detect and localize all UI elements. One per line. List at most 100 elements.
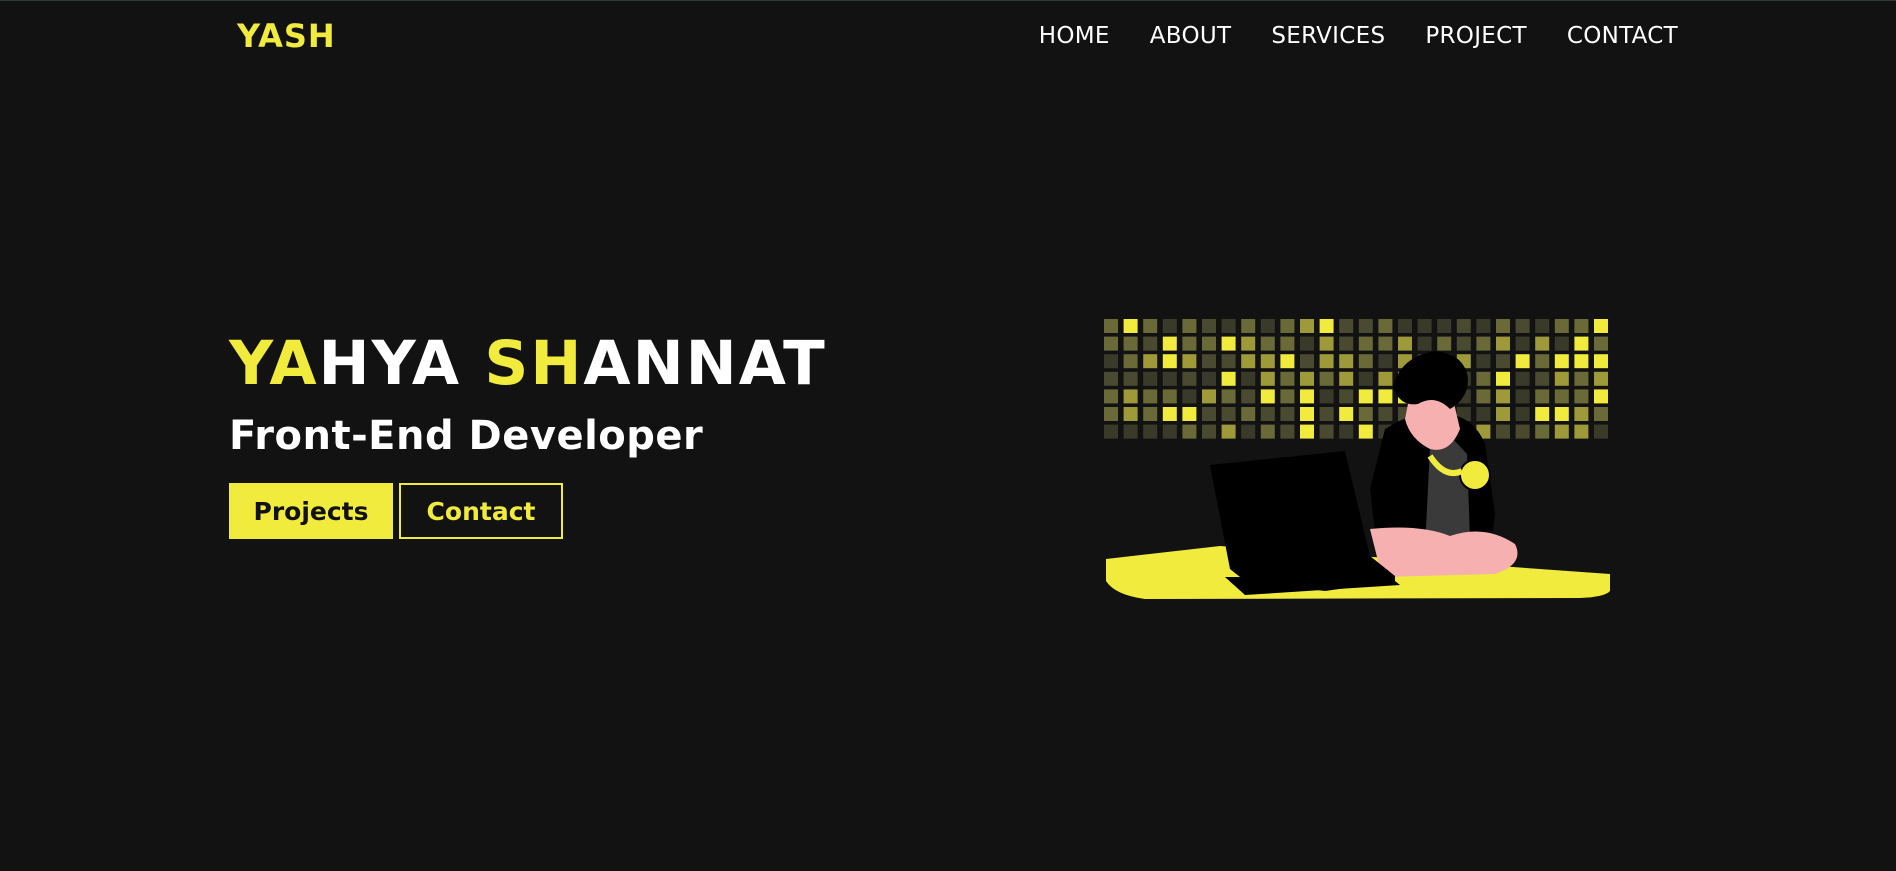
grid-cell [1358,389,1373,404]
grid-cell [1300,389,1314,404]
grid-cell [1123,424,1138,439]
grid-cell [1143,319,1158,333]
grid-cell [1221,336,1236,351]
hero-buttons: Projects Contact [229,483,827,539]
grid-cell [1143,389,1158,404]
grid-cell [1202,319,1216,333]
grid-cell [1339,354,1354,369]
grid-cell [1104,407,1118,421]
grid-cell [1358,354,1373,369]
grid-cell [1339,407,1354,421]
grid-cell [1280,371,1295,386]
developer-illustration [1104,319,1610,599]
grid-cell [1358,407,1373,421]
grid-cell [1143,371,1158,386]
grid-cell [1241,424,1256,439]
grid-cell [1535,424,1550,439]
grid-cell [1241,319,1256,333]
grid-cell [1515,407,1530,421]
grid-cell [1476,407,1491,421]
grid-cell [1123,389,1138,404]
grid-cell [1162,407,1177,421]
grid-cell [1260,354,1275,369]
grid-cell [1123,319,1138,333]
grid-cell [1260,407,1275,421]
site-logo[interactable]: YASH [237,17,336,55]
grid-cell [1319,354,1334,369]
page: YASH HOME ABOUT SERVICES PROJECT CONTACT… [0,0,1896,871]
hero-name: YAHYA SHANNAT [229,329,827,399]
grid-cell [1143,407,1158,421]
grid-cell [1104,336,1118,351]
grid-cell [1378,319,1393,333]
grid-cell [1143,424,1158,439]
grid-cell [1515,389,1530,404]
nav-contact-link[interactable]: CONTACT [1567,23,1678,49]
laptop-icon [1210,451,1395,591]
name-highlight-1: YA [229,328,319,399]
grid-cell [1515,424,1530,439]
grid-cell [1515,371,1530,386]
grid-cell [1476,389,1491,404]
name-rest-1: HYA [318,328,485,399]
grid-cell [1182,371,1197,386]
contact-button[interactable]: Contact [399,483,563,539]
grid-cell [1339,371,1354,386]
grid-cell [1398,336,1412,351]
equalizer-grid [1104,319,1608,439]
grid-cell [1300,319,1314,333]
grid-cell [1378,336,1393,351]
grid-cell [1182,424,1197,439]
grid-cell [1182,319,1197,333]
grid-cell [1221,389,1236,404]
grid-cell [1417,319,1432,333]
grid-cell [1260,371,1275,386]
grid-cell [1554,319,1569,333]
projects-button[interactable]: Projects [229,483,393,539]
nav-home-link[interactable]: HOME [1039,23,1110,49]
grid-cell [1339,319,1354,333]
grid-cell [1496,407,1510,421]
grid-cell [1378,389,1393,404]
grid-cell [1378,407,1393,421]
grid-cell [1417,336,1432,351]
grid-cell [1319,319,1334,333]
grid-cell [1123,336,1138,351]
grid-cell [1535,354,1550,369]
grid-cell [1123,354,1138,369]
grid-cell [1594,424,1608,439]
grid-cell [1241,389,1256,404]
grid-cell [1123,371,1138,386]
nav-about-link[interactable]: ABOUT [1150,23,1232,49]
grid-cell [1437,336,1452,351]
grid-cell [1162,354,1177,369]
nav-services-link[interactable]: SERVICES [1271,23,1385,49]
grid-cell [1221,354,1236,369]
grid-cell [1202,407,1216,421]
grid-cell [1398,319,1412,333]
grid-cell [1554,371,1569,386]
grid-cell [1496,354,1510,369]
grid-cell [1496,424,1510,439]
grid-cell [1280,389,1295,404]
grid-cell [1476,319,1491,333]
grid-cell [1319,371,1334,386]
grid-cell [1554,354,1569,369]
name-highlight-2: SH [484,328,584,399]
grid-cell [1476,371,1491,386]
grid-cell [1594,371,1608,386]
grid-cell [1358,336,1373,351]
grid-cell [1496,336,1510,351]
grid-cell [1594,407,1608,421]
grid-cell [1594,389,1608,404]
grid-cell [1535,319,1550,333]
grid-cell [1202,389,1216,404]
grid-cell [1162,389,1177,404]
grid-cell [1241,354,1256,369]
grid-cell [1280,336,1295,351]
grid-cell [1104,319,1118,333]
grid-cell [1496,371,1510,386]
grid-cell [1358,424,1373,439]
nav-project-link[interactable]: PROJECT [1425,23,1526,49]
grid-cell [1319,389,1334,404]
